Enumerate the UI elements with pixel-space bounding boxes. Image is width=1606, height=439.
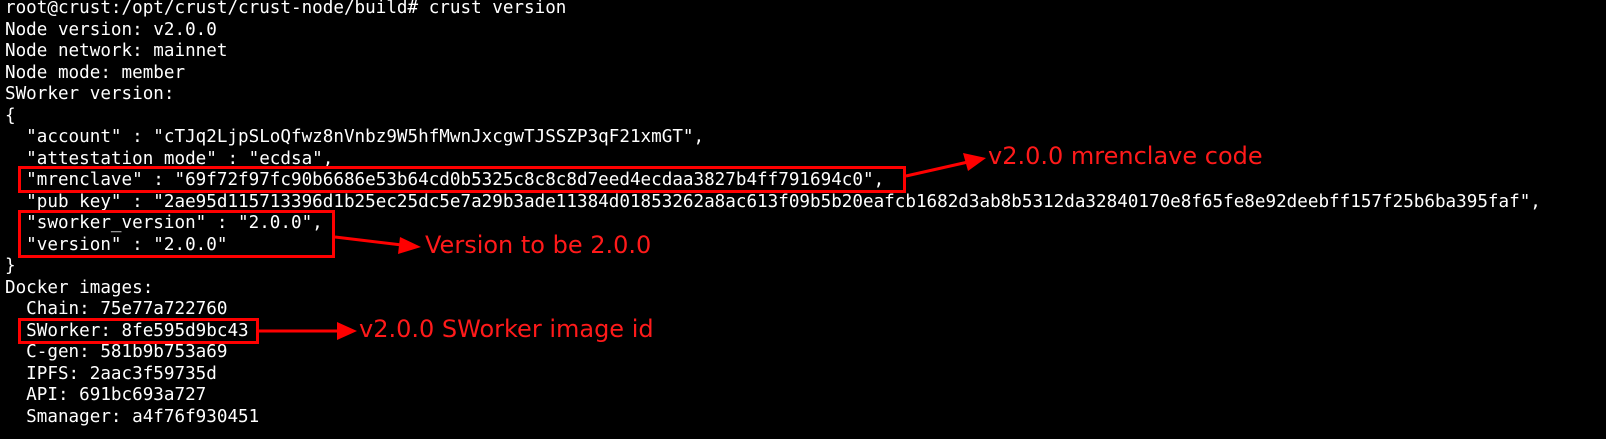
sworker-image-annotation: v2.0.0 SWorker image id — [359, 315, 654, 343]
mrenclave-annotation: v2.0.0 mrenclave code — [988, 142, 1263, 170]
sworker-image-arrow-icon — [259, 322, 357, 340]
version-annotation: Version to be 2.0.0 — [425, 231, 652, 259]
